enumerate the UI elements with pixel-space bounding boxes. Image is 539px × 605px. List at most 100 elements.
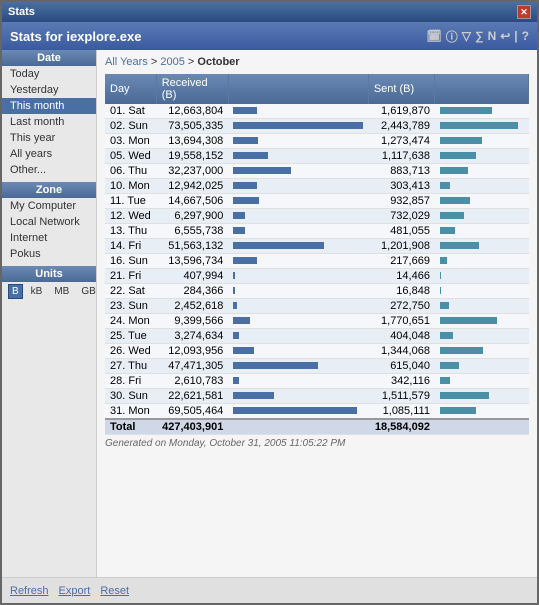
sent-bar-cell — [435, 239, 529, 254]
col-day: Day — [105, 74, 156, 104]
table-row: 10. Mon 12,942,025 303,413 — [105, 179, 529, 194]
n-icon[interactable]: N — [488, 29, 497, 43]
sent-cell: 342,116 — [368, 374, 435, 389]
day-cell: 21. Fri — [105, 269, 156, 284]
breadcrumb-allyears[interactable]: All Years — [105, 56, 148, 68]
sent-bar-cell — [435, 299, 529, 314]
day-cell: 05. Wed — [105, 149, 156, 164]
sidebar-item-thisyear[interactable]: This year — [2, 130, 96, 146]
sent-cell: 1,511,579 — [368, 389, 435, 404]
sent-bar-cell — [435, 404, 529, 420]
sent-cell: 1,770,651 — [368, 314, 435, 329]
table-row: 12. Wed 6,297,900 732,029 — [105, 209, 529, 224]
refresh-link[interactable]: Refresh — [10, 585, 49, 597]
rec-bar-cell — [228, 209, 368, 224]
sent-bar-cell — [435, 149, 529, 164]
sidebar-item-localnetwork[interactable]: Local Network — [2, 214, 96, 230]
export-link[interactable]: Export — [59, 585, 91, 597]
sidebar-item-allyears[interactable]: All years — [2, 146, 96, 162]
day-cell: 12. Wed — [105, 209, 156, 224]
table-row: 31. Mon 69,505,464 1,085,111 — [105, 404, 529, 420]
sent-bar-cell — [435, 194, 529, 209]
unit-b[interactable]: B — [8, 284, 23, 299]
sidebar-item-lastmonth[interactable]: Last month — [2, 114, 96, 130]
table-row: 01. Sat 12,663,804 1,619,870 — [105, 104, 529, 119]
breadcrumb-month: October — [197, 56, 239, 68]
received-cell: 407,994 — [156, 269, 228, 284]
sent-cell: 272,750 — [368, 299, 435, 314]
received-cell: 12,663,804 — [156, 104, 228, 119]
back-icon[interactable]: ↩ — [500, 29, 510, 43]
rec-bar-cell — [228, 404, 368, 420]
received-cell: 2,452,618 — [156, 299, 228, 314]
sent-cell: 217,669 — [368, 254, 435, 269]
calendar-icon[interactable]: 🗓 — [427, 29, 442, 43]
sidebar-item-other[interactable]: Other... — [2, 162, 96, 178]
sidebar-item-thismonth[interactable]: This month — [2, 98, 96, 114]
sidebar-item-today[interactable]: Today — [2, 66, 96, 82]
day-cell: 03. Mon — [105, 134, 156, 149]
sidebar-item-pokus[interactable]: Pokus — [2, 246, 96, 262]
received-cell: 14,667,506 — [156, 194, 228, 209]
day-cell: 22. Sat — [105, 284, 156, 299]
rec-bar-cell — [228, 254, 368, 269]
info-icon[interactable]: ⓘ — [446, 28, 458, 45]
footer-note: Generated on Monday, October 31, 2005 11… — [105, 435, 529, 452]
received-cell: 12,942,025 — [156, 179, 228, 194]
received-cell: 12,093,956 — [156, 344, 228, 359]
table-row: 21. Fri 407,994 14,466 — [105, 269, 529, 284]
day-cell: 01. Sat — [105, 104, 156, 119]
sent-cell: 932,857 — [368, 194, 435, 209]
sidebar-item-mycomputer[interactable]: My Computer — [2, 198, 96, 214]
rec-bar-cell — [228, 374, 368, 389]
help-icon[interactable]: ? — [522, 29, 529, 43]
filter-icon[interactable]: ▽ — [462, 29, 471, 43]
table-row: 13. Thu 6,555,738 481,055 — [105, 224, 529, 239]
rec-bar-cell — [228, 344, 368, 359]
rec-bar-cell — [228, 224, 368, 239]
breadcrumb: All Years > 2005 > October — [105, 56, 529, 68]
unit-kb[interactable]: kB — [27, 284, 47, 299]
day-cell: 23. Sun — [105, 299, 156, 314]
table-row: 27. Thu 47,471,305 615,040 — [105, 359, 529, 374]
received-cell: 22,621,581 — [156, 389, 228, 404]
col-sent: Sent (B) — [368, 74, 435, 104]
main-content: Date Today Yesterday This month Last mon… — [2, 50, 537, 577]
sent-cell: 1,344,068 — [368, 344, 435, 359]
rec-bar-cell — [228, 134, 368, 149]
sidebar-item-internet[interactable]: Internet — [2, 230, 96, 246]
rec-bar-cell — [228, 284, 368, 299]
reset-link[interactable]: Reset — [100, 585, 129, 597]
unit-mb[interactable]: MB — [50, 284, 73, 299]
sent-cell: 1,619,870 — [368, 104, 435, 119]
sent-cell: 16,848 — [368, 284, 435, 299]
rec-bar-cell — [228, 164, 368, 179]
col-received: Received (B) — [156, 74, 228, 104]
sent-cell: 1,201,908 — [368, 239, 435, 254]
received-cell: 9,399,566 — [156, 314, 228, 329]
main-window: Stats ✕ Stats for iexplore.exe 🗓 ⓘ ▽ ∑ N… — [0, 0, 539, 605]
breadcrumb-year[interactable]: 2005 — [160, 56, 184, 68]
sidebar-item-yesterday[interactable]: Yesterday — [2, 82, 96, 98]
bottom-bar: Refresh Export Reset — [2, 577, 537, 603]
day-cell: 06. Thu — [105, 164, 156, 179]
date-section-title: Date — [2, 50, 96, 66]
sent-bar-cell — [435, 269, 529, 284]
units-section-title: Units — [2, 266, 96, 282]
sent-cell: 481,055 — [368, 224, 435, 239]
sum-icon[interactable]: ∑ — [475, 29, 484, 43]
day-cell: 13. Thu — [105, 224, 156, 239]
sent-bar-cell — [435, 329, 529, 344]
table-row: 05. Wed 19,558,152 1,117,638 — [105, 149, 529, 164]
received-cell: 6,555,738 — [156, 224, 228, 239]
received-cell: 19,558,152 — [156, 149, 228, 164]
day-cell: 02. Sun — [105, 119, 156, 134]
window-title: Stats — [8, 6, 35, 18]
sent-cell: 404,048 — [368, 329, 435, 344]
data-table: Day Received (B) Sent (B) 01. Sat 12,663… — [105, 74, 529, 435]
sent-bar-cell — [435, 134, 529, 149]
rec-bar-cell — [228, 299, 368, 314]
close-button[interactable]: ✕ — [517, 5, 531, 19]
col-sent-bar — [435, 74, 529, 104]
rec-bar-cell — [228, 314, 368, 329]
